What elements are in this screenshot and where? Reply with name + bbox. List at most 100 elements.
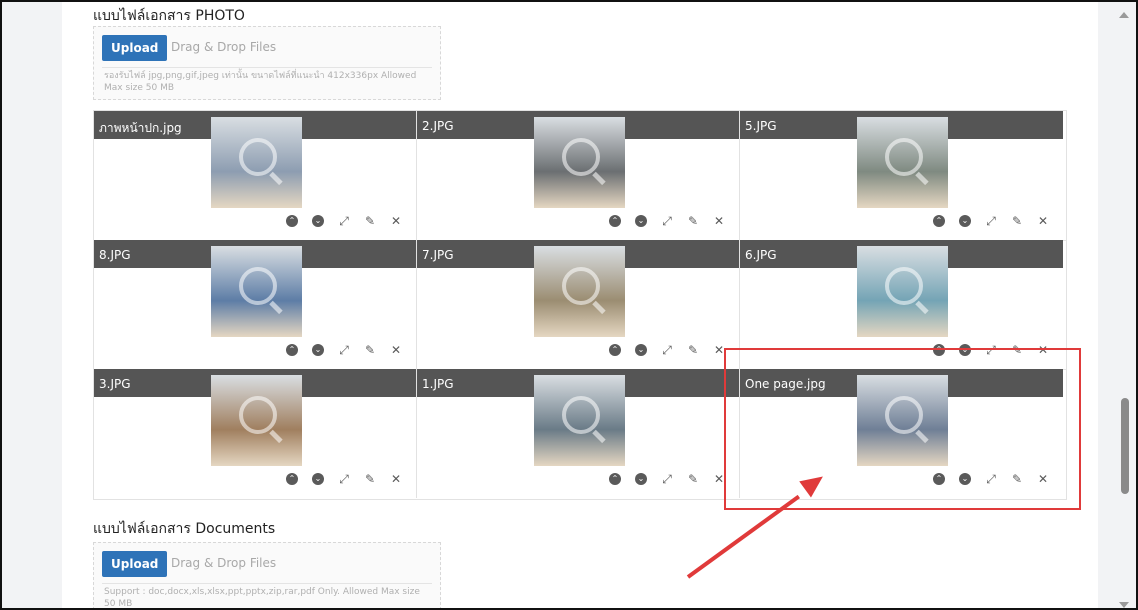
move-down-icon-glyph: ⌄ <box>635 473 647 485</box>
expand-icon[interactable]: ⤢ <box>659 471 675 487</box>
gallery-thumbnail[interactable] <box>857 246 948 337</box>
gallery-thumbnail[interactable] <box>211 375 302 466</box>
gallery-thumbnail[interactable] <box>857 117 948 208</box>
gallery-item-filename: ภาพหน้าปก.jpg <box>99 121 182 135</box>
expand-icon[interactable]: ⤢ <box>336 213 352 229</box>
zoom-icon[interactable] <box>239 396 277 434</box>
zoom-icon[interactable] <box>239 138 277 176</box>
upload-divider <box>102 583 432 584</box>
move-down-icon-glyph: ⌄ <box>312 473 324 485</box>
browser-frame: แบบไฟล์เอกสาร PHOTO Upload Drag & Drop F… <box>0 0 1138 610</box>
gallery-item[interactable]: 3.JPG ⌃ ⌄ ⤢ ✎ ✕ <box>94 369 417 498</box>
gallery-item-actions: ⌃ ⌄ ⤢ ✎ ✕ <box>607 471 727 487</box>
zoom-icon[interactable] <box>562 267 600 305</box>
photo-upload-hint: รองรับไฟล์ jpg,png,gif,jpeg เท่านั้น ขนา… <box>104 71 417 93</box>
documents-section-title: แบบไฟล์เอกสาร Documents <box>93 521 276 537</box>
move-up-icon-glyph: ⌃ <box>286 344 298 356</box>
move-down-icon-glyph: ⌄ <box>959 215 971 227</box>
documents-upload-box[interactable]: Upload Drag & Drop Files Support : doc,d… <box>93 542 441 609</box>
expand-icon[interactable]: ⤢ <box>336 342 352 358</box>
move-down-icon[interactable]: ⌄ <box>957 213 973 229</box>
move-down-icon-glyph: ⌄ <box>312 215 324 227</box>
scroll-down-icon[interactable] <box>1119 602 1129 608</box>
move-down-icon[interactable]: ⌄ <box>310 471 326 487</box>
move-down-icon[interactable]: ⌄ <box>310 213 326 229</box>
gallery-item-actions: ⌃ ⌄ ⤢ ✎ ✕ <box>931 213 1051 229</box>
gallery-thumbnail[interactable] <box>534 246 625 337</box>
expand-icon[interactable]: ⤢ <box>336 471 352 487</box>
move-up-icon[interactable]: ⌃ <box>284 471 300 487</box>
move-up-icon-glyph: ⌃ <box>286 215 298 227</box>
photo-section-title: แบบไฟล์เอกสาร PHOTO <box>93 8 245 24</box>
gallery-item[interactable]: 8.JPG ⌃ ⌄ ⤢ ✎ ✕ <box>94 240 417 369</box>
gallery-thumbnail[interactable] <box>534 117 625 208</box>
move-up-icon[interactable]: ⌃ <box>931 213 947 229</box>
gallery-item-filename: 1.JPG <box>422 377 454 391</box>
gallery-thumbnail[interactable] <box>211 117 302 208</box>
edit-icon[interactable]: ✎ <box>362 213 378 229</box>
move-up-icon-glyph: ⌃ <box>609 473 621 485</box>
edit-icon[interactable]: ✎ <box>685 342 701 358</box>
zoom-icon[interactable] <box>885 138 923 176</box>
upload-divider <box>102 67 432 68</box>
gallery-item-filename: 8.JPG <box>99 248 131 262</box>
expand-icon[interactable]: ⤢ <box>659 342 675 358</box>
move-up-icon[interactable]: ⌃ <box>284 342 300 358</box>
gallery-thumbnail[interactable] <box>534 375 625 466</box>
gallery-item[interactable]: 5.JPG ⌃ ⌄ ⤢ ✎ ✕ <box>740 111 1063 240</box>
zoom-icon[interactable] <box>885 267 923 305</box>
zoom-icon[interactable] <box>239 267 277 305</box>
zoom-icon[interactable] <box>562 396 600 434</box>
move-up-icon[interactable]: ⌃ <box>607 213 623 229</box>
gallery-item[interactable]: ภาพหน้าปก.jpg ⌃ ⌄ ⤢ ✎ ✕ <box>94 111 417 240</box>
move-down-icon-glyph: ⌄ <box>635 215 647 227</box>
move-up-icon[interactable]: ⌃ <box>607 471 623 487</box>
move-down-icon-glyph: ⌄ <box>312 344 324 356</box>
expand-icon[interactable]: ⤢ <box>659 213 675 229</box>
scroll-thumb[interactable] <box>1121 398 1129 494</box>
delete-icon[interactable]: ✕ <box>388 213 404 229</box>
move-down-icon[interactable]: ⌄ <box>310 342 326 358</box>
move-down-icon[interactable]: ⌄ <box>633 213 649 229</box>
move-down-icon[interactable]: ⌄ <box>633 471 649 487</box>
edit-icon[interactable]: ✎ <box>685 213 701 229</box>
gallery-item[interactable]: 2.JPG ⌃ ⌄ ⤢ ✎ ✕ <box>417 111 740 240</box>
delete-icon[interactable]: ✕ <box>388 471 404 487</box>
delete-icon[interactable]: ✕ <box>1035 213 1051 229</box>
delete-icon[interactable]: ✕ <box>711 213 727 229</box>
gallery-item[interactable]: 1.JPG ⌃ ⌄ ⤢ ✎ ✕ <box>417 369 740 498</box>
move-up-icon[interactable]: ⌃ <box>284 213 300 229</box>
documents-upload-button[interactable]: Upload <box>102 551 168 577</box>
edit-icon[interactable]: ✎ <box>1009 213 1025 229</box>
gallery-item-actions: ⌃ ⌄ ⤢ ✎ ✕ <box>284 213 404 229</box>
move-up-icon-glyph: ⌃ <box>609 344 621 356</box>
gallery-thumbnail[interactable] <box>211 246 302 337</box>
photo-upload-box[interactable]: Upload Drag & Drop Files รองรับไฟล์ jpg,… <box>93 26 441 100</box>
photo-drag-drop-label: Drag & Drop Files <box>171 40 277 54</box>
move-down-icon[interactable]: ⌄ <box>633 342 649 358</box>
documents-upload-hint: Support : doc,docx,xls,xlsx,ppt,pptx,zip… <box>104 587 420 609</box>
highlight-box <box>724 348 1081 510</box>
move-up-icon[interactable]: ⌃ <box>607 342 623 358</box>
scroll-up-icon[interactable] <box>1119 12 1129 18</box>
move-up-icon-glyph: ⌃ <box>933 215 945 227</box>
gallery-item[interactable]: 7.JPG ⌃ ⌄ ⤢ ✎ ✕ <box>417 240 740 369</box>
edit-icon[interactable]: ✎ <box>362 471 378 487</box>
gallery-item-filename: 3.JPG <box>99 377 131 391</box>
gallery-item-actions: ⌃ ⌄ ⤢ ✎ ✕ <box>284 471 404 487</box>
gallery-item-actions: ⌃ ⌄ ⤢ ✎ ✕ <box>607 213 727 229</box>
photo-upload-button[interactable]: Upload <box>102 35 168 61</box>
edit-icon[interactable]: ✎ <box>685 471 701 487</box>
documents-drag-drop-label: Drag & Drop Files <box>171 556 277 570</box>
move-up-icon-glyph: ⌃ <box>286 473 298 485</box>
zoom-icon[interactable] <box>562 138 600 176</box>
vertical-scrollbar[interactable] <box>1116 2 1134 608</box>
edit-icon[interactable]: ✎ <box>362 342 378 358</box>
gallery-item-actions: ⌃ ⌄ ⤢ ✎ ✕ <box>284 342 404 358</box>
expand-icon[interactable]: ⤢ <box>983 213 999 229</box>
gallery-item-filename: 7.JPG <box>422 248 454 262</box>
move-up-icon-glyph: ⌃ <box>609 215 621 227</box>
gallery-item-filename: 6.JPG <box>745 248 777 262</box>
delete-icon[interactable]: ✕ <box>388 342 404 358</box>
move-down-icon-glyph: ⌄ <box>635 344 647 356</box>
